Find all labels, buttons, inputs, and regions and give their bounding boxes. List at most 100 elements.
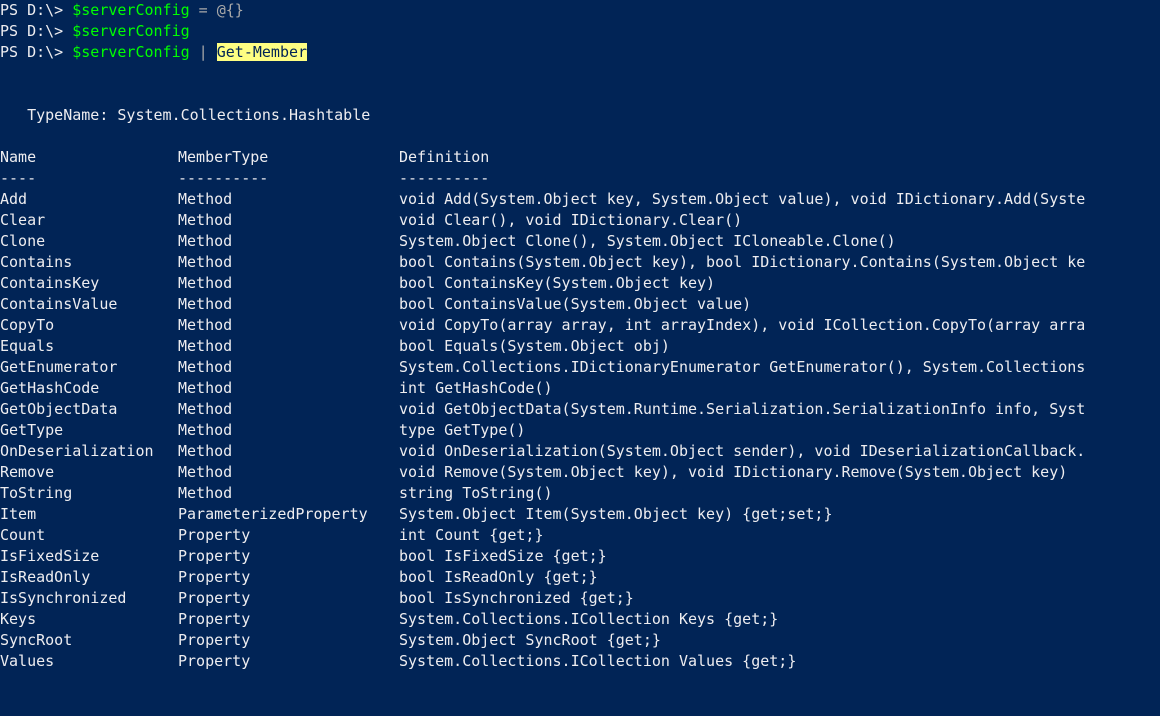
- col-def: bool Contains(System.Object key), bool I…: [399, 252, 1085, 273]
- col-def: bool IsFixedSize {get;}: [399, 546, 607, 567]
- member-row-16: CountPropertyint Count {get;}: [0, 525, 1160, 546]
- member-row-12: OnDeserializationMethodvoid OnDeserializ…: [0, 441, 1160, 462]
- variable: $serverConfig: [72, 1, 189, 19]
- col-name: OnDeserialization: [0, 441, 178, 462]
- command-line-1: PS D:\> $serverConfig: [0, 21, 1160, 42]
- col-def: bool Equals(System.Object obj): [399, 336, 670, 357]
- col-name: CopyTo: [0, 315, 178, 336]
- col-def: bool IsReadOnly {get;}: [399, 567, 598, 588]
- col-name: IsSynchronized: [0, 588, 178, 609]
- member-row-2: CloneMethodSystem.Object Clone(), System…: [0, 231, 1160, 252]
- col-name: SyncRoot: [0, 630, 178, 651]
- col-type: Property: [178, 546, 399, 567]
- col-name: IsFixedSize: [0, 546, 178, 567]
- prompt: PS D:\>: [0, 43, 72, 61]
- col-def: void Clear(), void IDictionary.Clear(): [399, 210, 742, 231]
- member-row-7: EqualsMethodbool Equals(System.Object ob…: [0, 336, 1160, 357]
- col-def: Definition: [399, 147, 489, 168]
- col-name: Contains: [0, 252, 178, 273]
- col-def: System.Object Clone(), System.Object ICl…: [399, 231, 896, 252]
- member-row-20: KeysPropertySystem.Collections.ICollecti…: [0, 609, 1160, 630]
- col-type: Property: [178, 630, 399, 651]
- col-def: void GetObjectData(System.Runtime.Serial…: [399, 399, 1085, 420]
- member-row-13: RemoveMethodvoid Remove(System.Object ke…: [0, 462, 1160, 483]
- col-type: Method: [178, 378, 399, 399]
- col-def: System.Object Item(System.Object key) {g…: [399, 504, 832, 525]
- col-type: Method: [178, 483, 399, 504]
- col-name: Values: [0, 651, 178, 672]
- col-name: GetHashCode: [0, 378, 178, 399]
- col-type: ParameterizedProperty: [178, 504, 399, 525]
- col-def: void Remove(System.Object key), void IDi…: [399, 462, 1067, 483]
- col-def: int GetHashCode(): [399, 378, 553, 399]
- col-name: Equals: [0, 336, 178, 357]
- col-def: System.Collections.ICollection Keys {get…: [399, 609, 778, 630]
- col-type: Method: [178, 336, 399, 357]
- member-row-21: SyncRootPropertySystem.Object SyncRoot {…: [0, 630, 1160, 651]
- col-name: Clear: [0, 210, 178, 231]
- col-type: Method: [178, 315, 399, 336]
- member-row-3: ContainsMethodbool Contains(System.Objec…: [0, 252, 1160, 273]
- col-name: ContainsKey: [0, 273, 178, 294]
- member-row-17: IsFixedSizePropertybool IsFixedSize {get…: [0, 546, 1160, 567]
- col-def: string ToString(): [399, 483, 553, 504]
- member-row-18: IsReadOnlyPropertybool IsReadOnly {get;}: [0, 567, 1160, 588]
- col-name: GetObjectData: [0, 399, 178, 420]
- col-type: Method: [178, 252, 399, 273]
- cmdlet: Get-Member: [217, 43, 307, 61]
- operator: =: [190, 1, 217, 19]
- col-def: bool IsSynchronized {get;}: [399, 588, 634, 609]
- col-name: Name: [0, 147, 178, 168]
- operator: @{}: [217, 1, 244, 19]
- col-type: Property: [178, 567, 399, 588]
- member-row-0: AddMethodvoid Add(System.Object key, Sys…: [0, 189, 1160, 210]
- col-name: Item: [0, 504, 178, 525]
- member-row-19: IsSynchronizedPropertybool IsSynchronize…: [0, 588, 1160, 609]
- variable: $serverConfig: [72, 43, 189, 61]
- col-type: Method: [178, 399, 399, 420]
- col-name: Clone: [0, 231, 178, 252]
- col-name: GetType: [0, 420, 178, 441]
- col-type: Property: [178, 588, 399, 609]
- typename-label: TypeName:: [0, 106, 117, 124]
- header-row: NameMemberTypeDefinition: [0, 147, 1160, 168]
- col-type: Method: [178, 273, 399, 294]
- col-type: Method: [178, 357, 399, 378]
- typename-value: System.Collections.Hashtable: [117, 106, 370, 124]
- col-type: Property: [178, 609, 399, 630]
- col-name: Add: [0, 189, 178, 210]
- col-type: ----------: [178, 168, 399, 189]
- col-def: void CopyTo(array array, int arrayIndex)…: [399, 315, 1085, 336]
- col-type: Method: [178, 441, 399, 462]
- col-def: bool ContainsKey(System.Object key): [399, 273, 715, 294]
- col-name: ContainsValue: [0, 294, 178, 315]
- member-row-9: GetHashCodeMethodint GetHashCode(): [0, 378, 1160, 399]
- member-row-4: ContainsKeyMethodbool ContainsKey(System…: [0, 273, 1160, 294]
- prompt: PS D:\>: [0, 22, 72, 40]
- col-name: IsReadOnly: [0, 567, 178, 588]
- member-row-8: GetEnumeratorMethodSystem.Collections.ID…: [0, 357, 1160, 378]
- col-type: Property: [178, 525, 399, 546]
- col-name: Keys: [0, 609, 178, 630]
- col-type: Property: [178, 651, 399, 672]
- col-def: System.Object SyncRoot {get;}: [399, 630, 661, 651]
- col-name: Count: [0, 525, 178, 546]
- col-type: Method: [178, 231, 399, 252]
- member-row-11: GetTypeMethodtype GetType(): [0, 420, 1160, 441]
- member-row-5: ContainsValueMethodbool ContainsValue(Sy…: [0, 294, 1160, 315]
- member-row-1: ClearMethodvoid Clear(), void IDictionar…: [0, 210, 1160, 231]
- col-def: System.Collections.IDictionaryEnumerator…: [399, 357, 1085, 378]
- powershell-terminal[interactable]: PS D:\> $serverConfig = @{}PS D:\> $serv…: [0, 0, 1160, 672]
- member-row-15: ItemParameterizedPropertySystem.Object I…: [0, 504, 1160, 525]
- col-def: type GetType(): [399, 420, 525, 441]
- col-name: Remove: [0, 462, 178, 483]
- col-type: MemberType: [178, 147, 399, 168]
- command-line-2: PS D:\> $serverConfig | Get-Member: [0, 42, 1160, 63]
- operator: |: [190, 43, 217, 61]
- command-line-0: PS D:\> $serverConfig = @{}: [0, 0, 1160, 21]
- col-type: Method: [178, 189, 399, 210]
- col-def: bool ContainsValue(System.Object value): [399, 294, 751, 315]
- col-type: Method: [178, 462, 399, 483]
- col-name: ----: [0, 168, 178, 189]
- member-row-6: CopyToMethodvoid CopyTo(array array, int…: [0, 315, 1160, 336]
